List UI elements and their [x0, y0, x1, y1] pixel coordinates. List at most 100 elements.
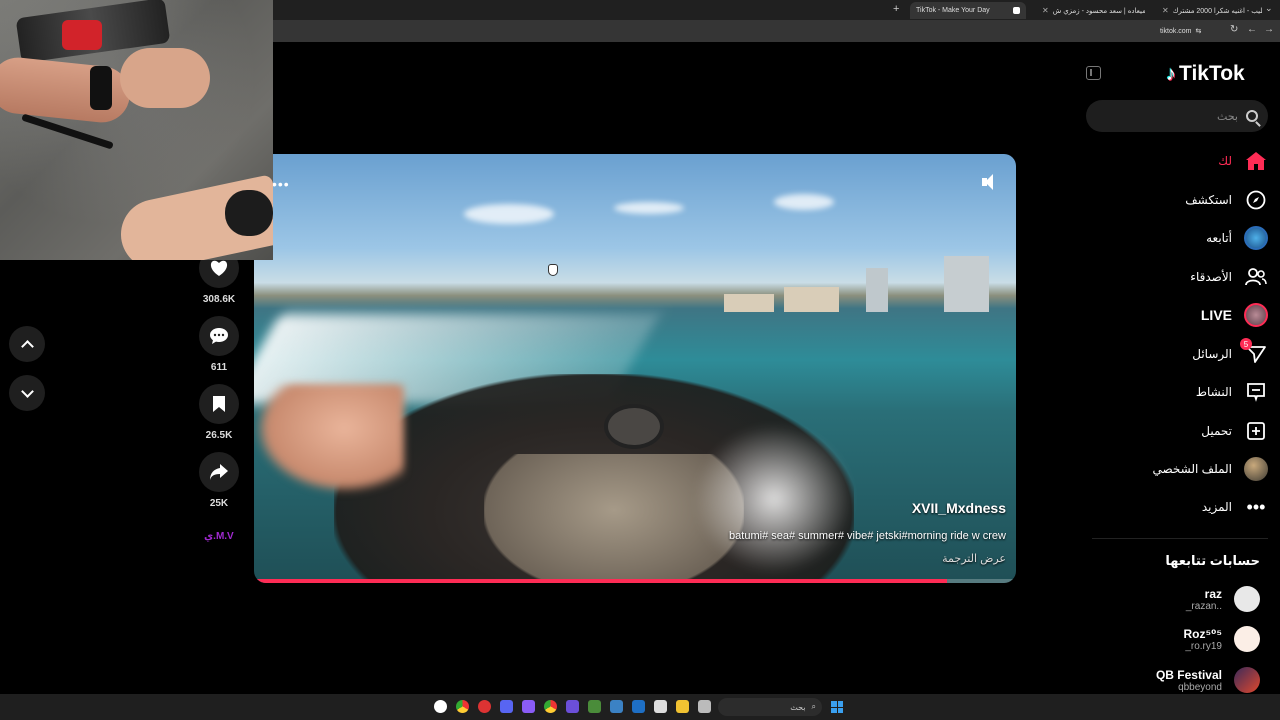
tab-search-icon[interactable]: ⌄: [1265, 3, 1273, 14]
site-settings-icon[interactable]: ⇆: [1196, 27, 1202, 35]
progress-fill: [254, 579, 948, 583]
video-progress-bar[interactable]: [254, 579, 1016, 583]
tiktok-logo[interactable]: ♪ TikTok: [1166, 62, 1245, 86]
tab-title: كليب - اغنيه شكرا 2000 مشترك ...: [1172, 7, 1262, 15]
chevron-down-icon: [20, 384, 34, 398]
nav-label: تحميل: [1201, 424, 1232, 438]
bookmark-icon[interactable]: [199, 384, 239, 424]
comment-count: 611: [210, 362, 228, 373]
account-name: raz: [1204, 586, 1222, 601]
messages-badge: 5: [1240, 338, 1252, 350]
webcam-overlay: [0, 0, 273, 260]
tiktok-favicon: [1013, 7, 1020, 14]
share-count: 25K: [209, 498, 229, 509]
chrome-icon[interactable]: [456, 700, 469, 713]
comment-icon[interactable]: [199, 316, 239, 356]
next-video-button[interactable]: [9, 375, 45, 411]
address-bar[interactable]: tiktok.com ⇆: [1160, 23, 1222, 39]
app-icon[interactable]: [434, 700, 447, 713]
nav-messages[interactable]: الرسائل 5: [1100, 338, 1268, 369]
app-icon[interactable]: [478, 700, 491, 713]
app-icon[interactable]: [522, 700, 535, 713]
more-icon: •••: [1246, 496, 1266, 517]
account-handle: _ro.ry19: [1185, 640, 1222, 652]
new-tab-button[interactable]: +: [893, 3, 899, 15]
share-action[interactable]: 25K: [199, 452, 239, 509]
water-spray: [694, 424, 854, 574]
app-icon[interactable]: [566, 700, 579, 713]
app-icon[interactable]: [610, 700, 623, 713]
home-icon: [1244, 149, 1268, 173]
watch: [90, 66, 112, 110]
nav-label: لك: [1218, 154, 1232, 168]
mouse-cursor: [548, 264, 558, 276]
nav-more[interactable]: المزيد •••: [1100, 492, 1268, 522]
app-icon[interactable]: [698, 700, 711, 713]
close-tab-icon[interactable]: ✕: [1162, 6, 1169, 15]
nav-upload[interactable]: تحميل: [1100, 416, 1268, 446]
discord-icon[interactable]: [500, 700, 513, 713]
account-name: QB Festival: [1155, 667, 1222, 682]
nav-live[interactable]: LIVE: [1100, 300, 1268, 330]
video-player[interactable]: ••• XVII_Mxdness batumi# sea# summer# vi…: [254, 154, 1016, 583]
nav-friends[interactable]: الأصدقاء: [1100, 262, 1268, 292]
profile-avatar: [1244, 457, 1268, 481]
tab-tiktok[interactable]: TikTok - Make Your Day: [910, 2, 1026, 19]
search-input[interactable]: بحث: [1086, 100, 1268, 132]
avatar: [1234, 667, 1260, 693]
tab-title: TikTok - Make Your Day: [916, 7, 990, 14]
video-author[interactable]: XVII_Mxdness: [912, 500, 1006, 516]
following-account[interactable]: raz _razan..: [1110, 581, 1260, 617]
city-skyline: [254, 256, 1016, 312]
windows-start-icon[interactable]: [831, 701, 843, 713]
nav-following[interactable]: أتابعه: [1100, 223, 1268, 253]
minecraft-icon[interactable]: [588, 700, 601, 713]
nav-explore[interactable]: استكشف: [1100, 185, 1268, 215]
following-account[interactable]: Roz⁵⁰⁵ _ro.ry19: [1110, 621, 1260, 657]
sidebar-divider: [1092, 538, 1268, 539]
upload-icon: [1244, 419, 1268, 443]
sound-icon[interactable]: [982, 174, 996, 190]
video-more-options[interactable]: •••: [272, 176, 290, 192]
compass-icon: [1244, 188, 1268, 212]
back-icon[interactable]: →: [1264, 24, 1274, 35]
windows-taskbar: بحث ⌕: [0, 694, 1280, 720]
account-name: Roz⁵⁰⁵: [1183, 626, 1222, 641]
nav-label: استكشف: [1185, 193, 1232, 207]
tab-youtube-2[interactable]: ✕ لا ميعاده | سعد محسود - زمزي ش...: [1030, 2, 1145, 19]
folder-icon[interactable]: [676, 700, 689, 713]
store-icon[interactable]: [654, 700, 667, 713]
following-avatar: [1244, 226, 1268, 250]
see-translation-link[interactable]: عرض الترجمة: [942, 552, 1006, 565]
chrome-icon[interactable]: [544, 700, 557, 713]
nav-for-you[interactable]: لك: [1100, 146, 1268, 176]
nav-label: الأصدقاء: [1190, 270, 1232, 284]
tiktok-note-icon: ♪: [1166, 62, 1176, 85]
taskbar-search-placeholder: بحث: [790, 702, 806, 712]
following-account[interactable]: QB Festival qbbeyond: [1110, 662, 1260, 698]
music-disc[interactable]: ي.M.V: [204, 531, 234, 542]
mail-icon[interactable]: [632, 700, 645, 713]
tab-youtube-1[interactable]: ✕ كليب - اغنيه شكرا 2000 مشترك ...: [1150, 2, 1262, 19]
search-icon: [1246, 110, 1258, 122]
cloud: [614, 202, 684, 214]
search-icon: ⌕: [811, 702, 816, 711]
previous-video-button[interactable]: [9, 326, 45, 362]
url-text: tiktok.com: [1160, 27, 1192, 35]
collapse-sidebar-icon[interactable]: [1086, 66, 1101, 80]
taskbar-search[interactable]: بحث ⌕: [718, 698, 822, 716]
friends-icon: [1244, 265, 1268, 289]
save-action[interactable]: 26.5K: [199, 384, 239, 441]
share-icon[interactable]: [199, 452, 239, 492]
reload-icon[interactable]: ↻: [1230, 24, 1238, 35]
comment-action[interactable]: 611: [199, 316, 239, 373]
live-icon: [1244, 303, 1268, 327]
nav-activity[interactable]: النشاط: [1100, 377, 1268, 407]
account-handle: _razan..: [1185, 600, 1222, 612]
avatar: [1234, 586, 1260, 612]
cloud: [774, 194, 834, 210]
close-tab-icon[interactable]: ✕: [1042, 6, 1049, 15]
logo-text: TikTok: [1179, 62, 1245, 85]
nav-profile[interactable]: الملف الشخصي: [1100, 454, 1268, 484]
forward-icon[interactable]: ←: [1247, 24, 1257, 35]
